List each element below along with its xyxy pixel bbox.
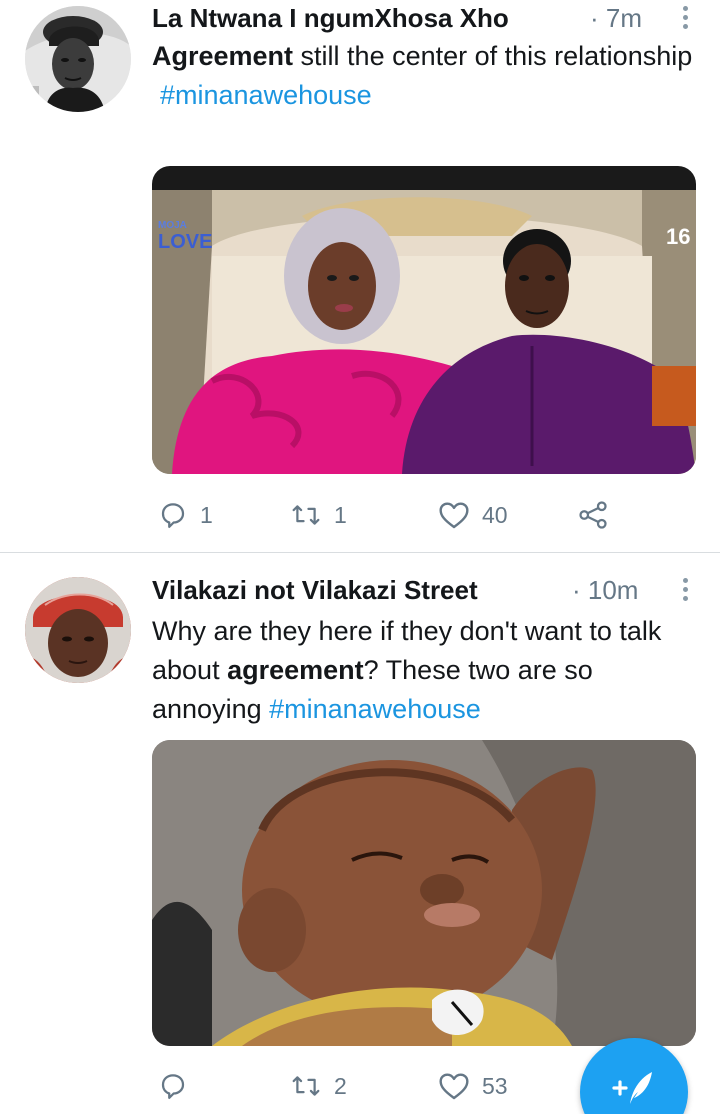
tweet-media-image[interactable]: MOJA LOVE 16	[152, 166, 696, 474]
heart-icon	[439, 502, 469, 529]
tweet-media-image[interactable]	[152, 740, 696, 1046]
tweet-text-bold: agreement	[227, 655, 364, 685]
retweet-icon	[292, 505, 320, 525]
hashtag-link[interactable]: #minanawehouse	[269, 694, 481, 724]
tweet-text-body: still the center of this relationship	[293, 41, 693, 71]
avatar-photo	[25, 577, 131, 683]
tweet-text-bold: Agreement	[152, 41, 294, 71]
reply-count: 1	[200, 501, 213, 528]
author-name[interactable]: La Ntwana I ngumXhosa Xho	[152, 3, 509, 34]
tweet-text: Agreement still the center of this relat…	[152, 37, 702, 115]
retweet-icon	[292, 1076, 320, 1096]
share-button[interactable]	[578, 495, 608, 535]
retweet-button[interactable]: 1	[290, 495, 347, 535]
tweet-header: La Ntwana I ngumXhosa Xho · 7m	[152, 0, 690, 36]
reply-button[interactable]: 1	[158, 495, 213, 535]
more-vertical-icon[interactable]	[680, 578, 690, 604]
tweet-text: Why are they here if they don't want to …	[152, 612, 702, 729]
share-icon	[579, 501, 607, 529]
compose-tweet-icon	[612, 1072, 652, 1104]
tv-still-photo: MOJA LOVE 16	[152, 166, 696, 474]
heart-icon	[439, 1073, 469, 1100]
avatar[interactable]	[25, 577, 131, 683]
avatar[interactable]	[25, 6, 131, 112]
like-count: 53	[482, 1072, 508, 1099]
like-button[interactable]: 53	[438, 1066, 508, 1106]
avatar-photo	[25, 6, 131, 112]
channel-logo-word: LOVE	[158, 231, 212, 253]
age-rating-badge: 16	[666, 224, 690, 249]
reply-button[interactable]	[158, 1066, 200, 1106]
timestamp[interactable]: · 7m	[590, 3, 642, 34]
baby-photo	[152, 740, 696, 1046]
tweet-actions: 1 1 40	[152, 495, 712, 535]
more-vertical-icon[interactable]	[680, 6, 690, 32]
reply-icon	[161, 503, 185, 528]
hashtag-link[interactable]: #minanawehouse	[152, 80, 372, 110]
tweet[interactable]: La Ntwana I ngumXhosa Xho · 7m Agreement…	[0, 0, 720, 552]
tweet-header: Vilakazi not Vilakazi Street · 10m	[152, 572, 690, 608]
author-name[interactable]: Vilakazi not Vilakazi Street	[152, 575, 478, 606]
reply-icon	[161, 1074, 185, 1099]
retweet-button[interactable]: 2	[290, 1066, 347, 1106]
timestamp[interactable]: · 10m	[572, 575, 638, 606]
like-button[interactable]: 40	[438, 495, 508, 535]
like-count: 40	[482, 501, 508, 528]
retweet-count: 2	[334, 1072, 347, 1099]
retweet-count: 1	[334, 501, 347, 528]
channel-logo: MOJA	[158, 220, 187, 231]
tweet[interactable]: Vilakazi not Vilakazi Street · 10m Why a…	[0, 553, 720, 1114]
